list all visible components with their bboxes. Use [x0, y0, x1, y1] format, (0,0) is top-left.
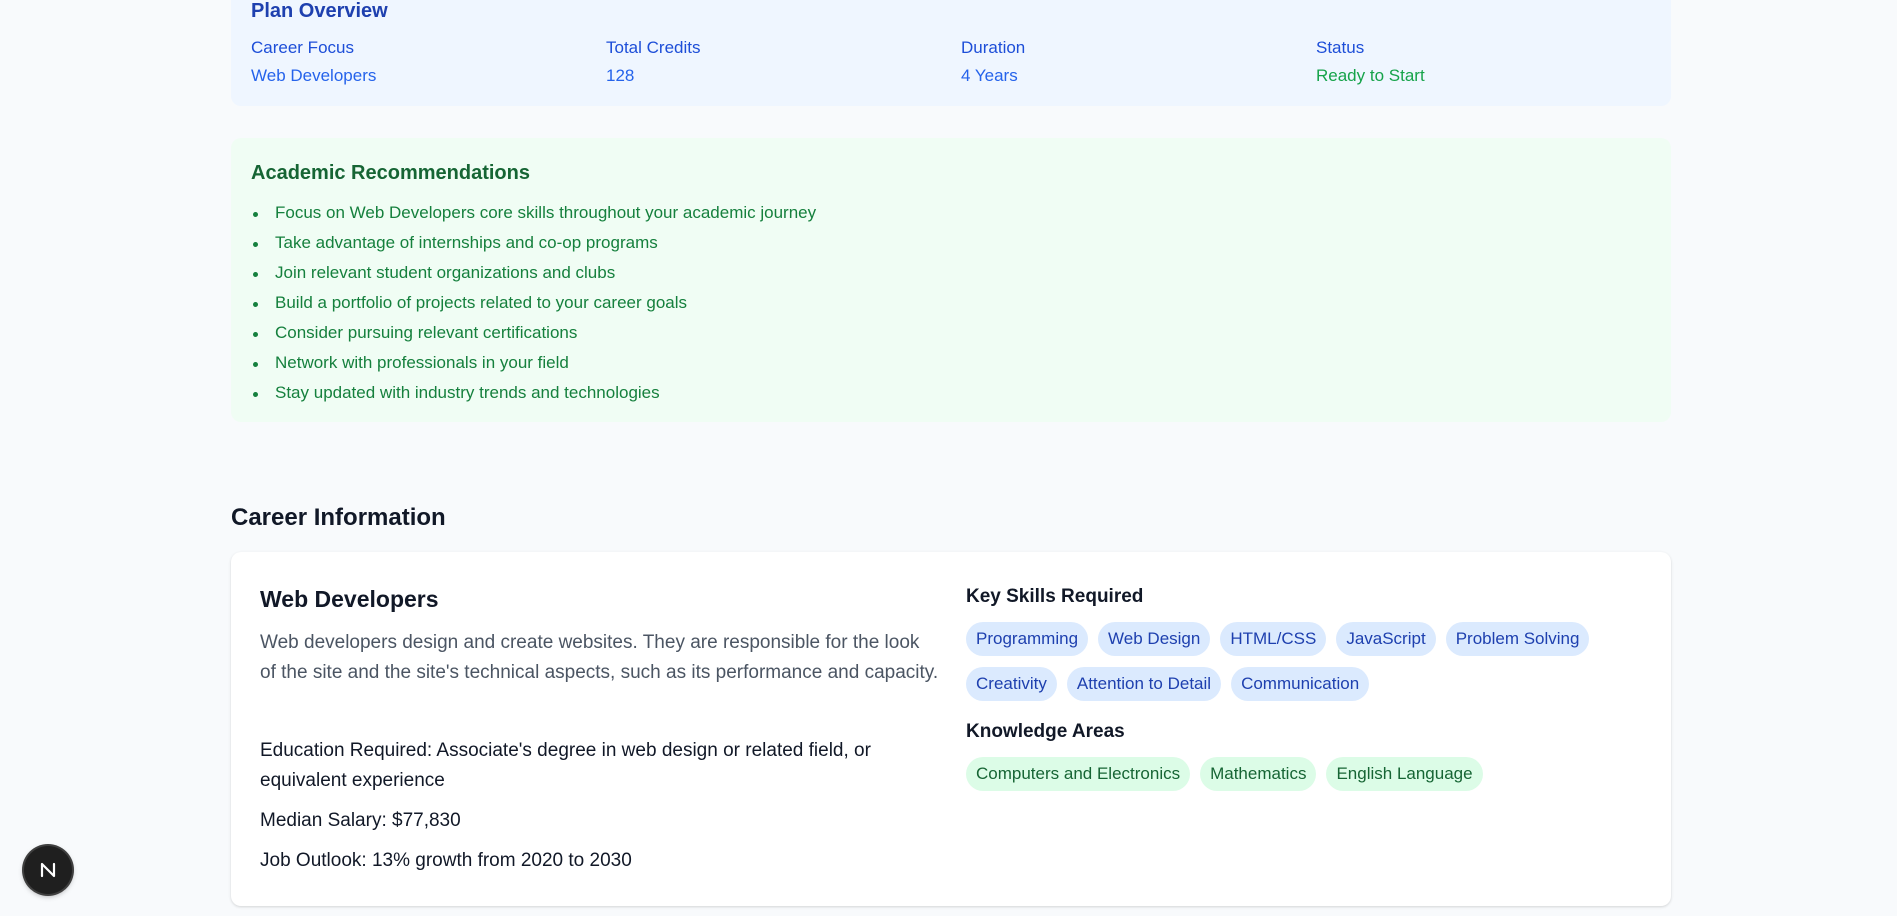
education-required: Education Required: Associate's degree i… [260, 740, 871, 791]
duration-field: Duration 4 Years [961, 38, 1025, 86]
skill-tag: Problem Solving [1445, 622, 1590, 656]
skills-tag-list: Programming Web Design HTML/CSS JavaScri… [966, 622, 1626, 701]
career-title: Web Developers [260, 586, 439, 612]
career-information-heading: Career Information [231, 504, 446, 531]
status-field: Status Ready to Start [1316, 38, 1425, 86]
career-focus-field: Career Focus Web Developers [251, 38, 376, 86]
total-credits-value: 128 [606, 66, 635, 85]
skill-tag: JavaScript [1336, 622, 1436, 656]
skill-tag: Web Design [1098, 622, 1211, 656]
skill-tag: Attention to Detail [1066, 667, 1222, 701]
knowledge-tag-list: Computers and Electronics Mathematics En… [966, 757, 1626, 791]
academic-recommendations-panel: Academic Recommendations Focus on Web De… [231, 138, 1671, 422]
plan-overview-title: Plan Overview [251, 0, 388, 22]
median-salary: Median Salary: $77,830 [260, 810, 461, 831]
recommendation-item: Stay updated with industry trends and te… [251, 378, 816, 408]
key-skills-heading: Key Skills Required [966, 586, 1144, 607]
total-credits-field: Total Credits 128 [606, 38, 700, 86]
skill-tag: HTML/CSS [1220, 622, 1327, 656]
knowledge-tag: English Language [1326, 757, 1483, 791]
nextjs-logo-icon [40, 862, 56, 878]
recommendation-item: Consider pursuing relevant certification… [251, 318, 816, 348]
skill-tag: Communication [1231, 667, 1370, 701]
recommendation-item: Network with professionals in your field [251, 348, 816, 378]
duration-value: 4 Years [961, 66, 1018, 85]
recommendation-item: Take advantage of internships and co-op … [251, 228, 816, 258]
recommendation-item: Join relevant student organizations and … [251, 258, 816, 288]
skill-tag: Creativity [966, 667, 1057, 701]
career-description: Web developers design and create website… [260, 632, 939, 683]
nextjs-dev-badge-button[interactable] [24, 846, 72, 894]
status-label: Status [1316, 38, 1365, 57]
knowledge-areas-heading: Knowledge Areas [966, 721, 1125, 742]
status-value: Ready to Start [1316, 66, 1425, 85]
knowledge-tag: Computers and Electronics [966, 757, 1191, 791]
recommendation-item: Focus on Web Developers core skills thro… [251, 198, 816, 228]
recommendations-list: Focus on Web Developers core skills thro… [251, 198, 816, 408]
career-focus-value: Web Developers [251, 66, 377, 85]
skill-tag: Programming [966, 622, 1089, 656]
recommendations-title: Academic Recommendations [251, 162, 530, 184]
knowledge-tag: Mathematics [1200, 757, 1317, 791]
job-outlook: Job Outlook: 13% growth from 2020 to 203… [260, 850, 632, 871]
recommendation-item: Build a portfolio of projects related to… [251, 288, 816, 318]
career-info-card: Web Developers Web developers design and… [231, 552, 1671, 906]
plan-overview-panel: Plan Overview Career Focus Web Developer… [231, 0, 1671, 106]
duration-label: Duration [961, 38, 1026, 57]
career-focus-label: Career Focus [251, 38, 354, 57]
total-credits-label: Total Credits [606, 38, 701, 57]
career-skills-column: Key Skills Required Programming Web Desi… [966, 586, 1646, 791]
